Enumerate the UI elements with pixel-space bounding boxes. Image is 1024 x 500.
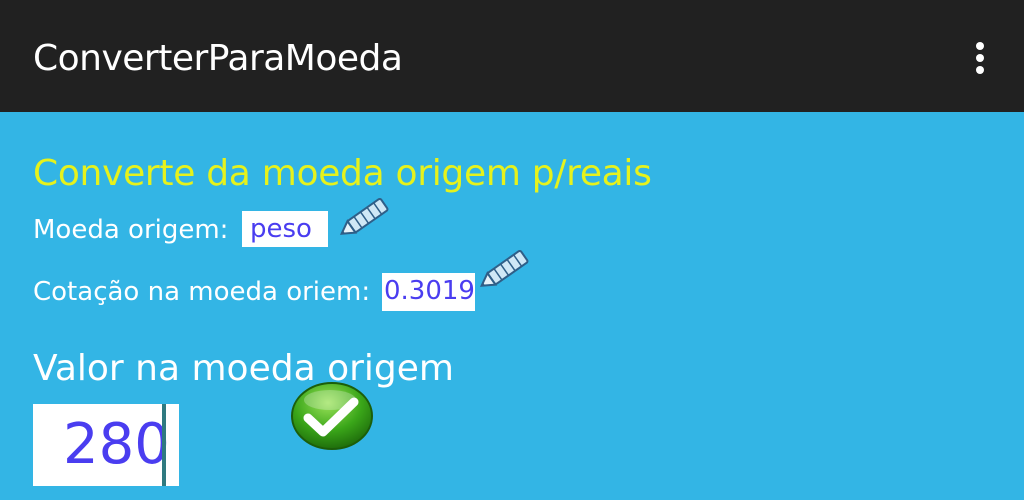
origin-currency-field[interactable]: peso bbox=[242, 211, 328, 247]
app-title: ConverterParaMoeda bbox=[33, 38, 403, 79]
app-bar: ConverterParaMoeda bbox=[0, 0, 1024, 112]
pencil-icon[interactable] bbox=[334, 190, 400, 242]
pencil-icon[interactable] bbox=[474, 242, 540, 294]
origin-currency-label: Moeda origem: bbox=[33, 215, 229, 245]
rate-field[interactable]: 0.3019 bbox=[382, 273, 475, 311]
text-cursor bbox=[162, 404, 166, 486]
amount-value: 280 bbox=[63, 412, 170, 477]
amount-input[interactable]: 280 bbox=[33, 404, 179, 486]
amount-label: Valor na moeda origem bbox=[33, 348, 454, 389]
rate-label: Cotação na moeda oriem: bbox=[33, 277, 371, 307]
more-vert-icon[interactable] bbox=[964, 38, 996, 78]
checkmark-icon[interactable] bbox=[290, 382, 376, 454]
